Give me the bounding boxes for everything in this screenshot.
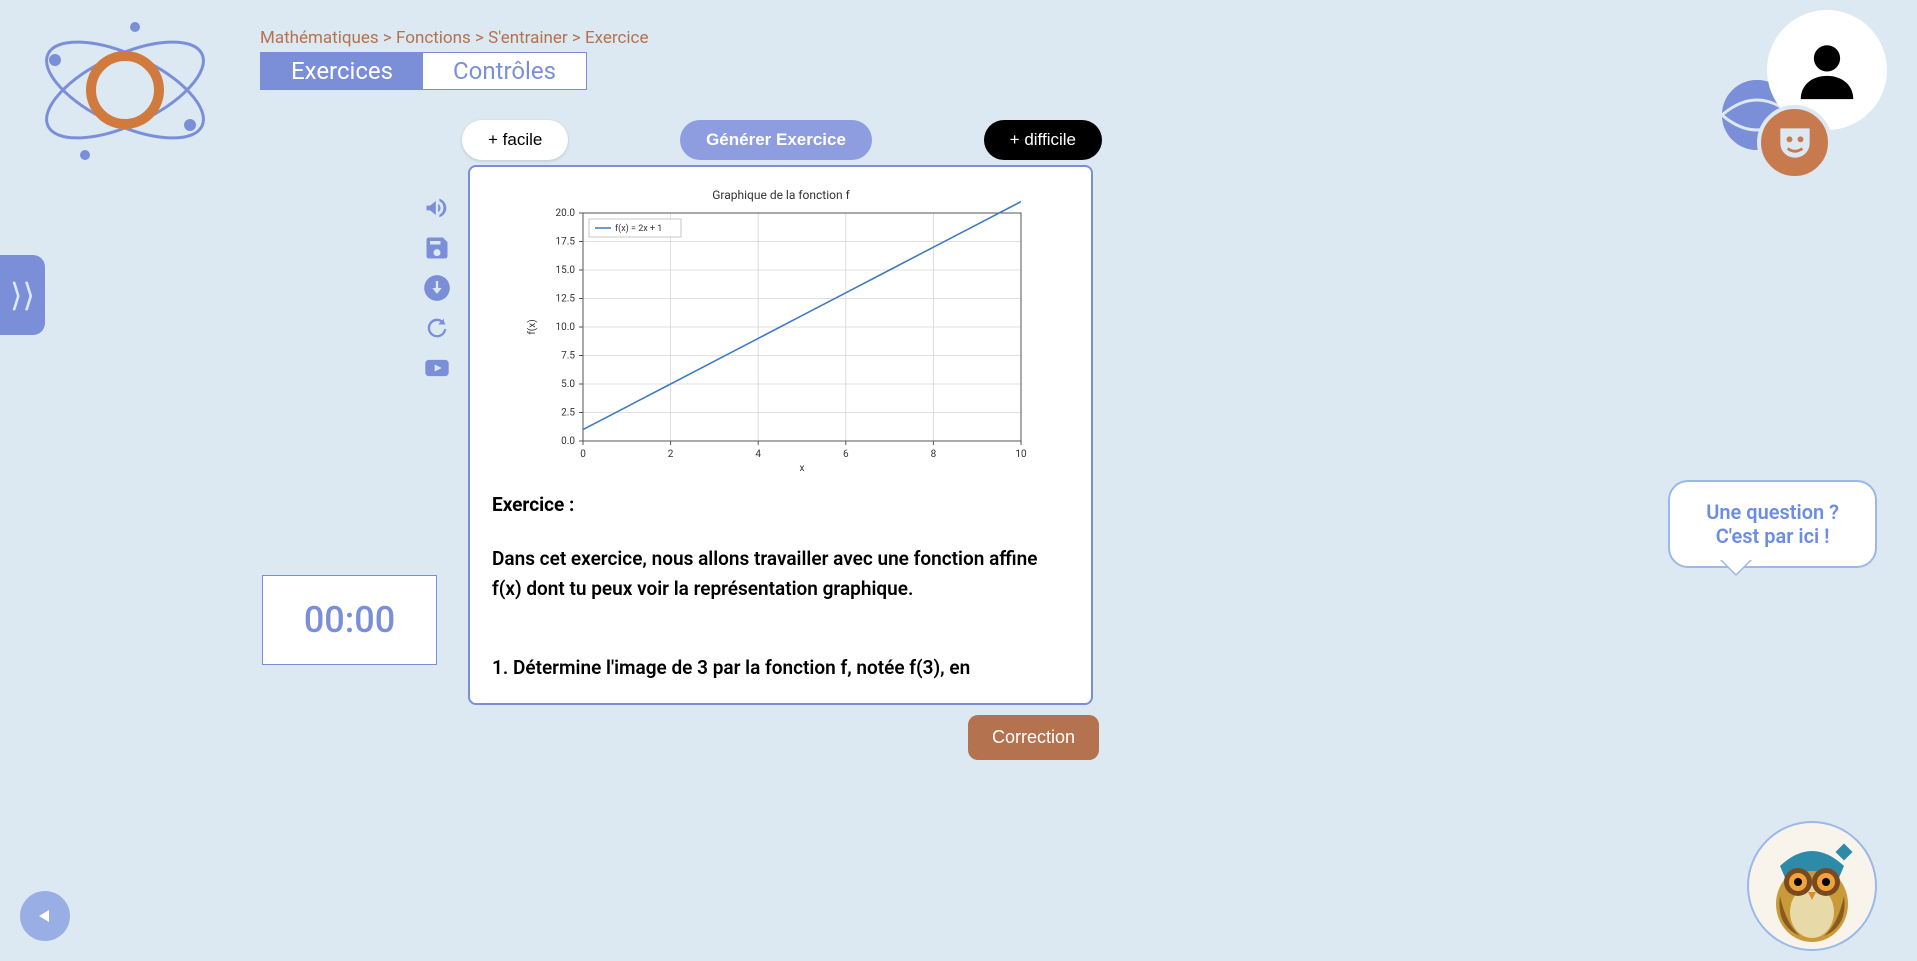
help-line-2: C'est par ici ! [1706,524,1839,548]
svg-text:8: 8 [930,449,936,460]
svg-text:0: 0 [580,449,586,460]
tool-column [421,192,453,384]
svg-text:20.0: 20.0 [555,208,575,219]
svg-text:x: x [799,463,804,474]
breadcrumb-page[interactable]: Exercice [585,28,649,48]
refresh-icon [423,314,451,342]
svg-text:10.0: 10.0 [555,322,575,333]
refresh-button[interactable] [421,312,453,344]
owl-icon [1752,826,1872,946]
timer-display: 00:00 [262,575,437,665]
theater-badge[interactable] [1757,105,1832,180]
svg-text:Graphique de la fonction f: Graphique de la fonction f [712,188,850,202]
back-button[interactable] [20,891,70,941]
play-button[interactable] [421,352,453,384]
app-logo[interactable] [25,15,225,165]
svg-text:4: 4 [755,449,761,460]
svg-text:f(x) = 2x + 1: f(x) = 2x + 1 [615,223,662,234]
exercise-intro: Dans cet exercice, nous allons travaille… [492,544,1069,605]
easier-button[interactable]: + facile [462,120,568,160]
save-button[interactable] [421,232,453,264]
svg-text:2.5: 2.5 [561,408,575,419]
exercise-panel[interactable]: Graphique de la fonction f 0 2 4 6 8 10 0.0 2.5 5… [468,165,1093,705]
svg-text:15.0: 15.0 [555,265,575,276]
generate-exercise-button[interactable]: Générer Exercice [680,120,872,160]
svg-text:0.0: 0.0 [561,436,575,447]
download-icon [423,274,451,302]
svg-text:12.5: 12.5 [555,294,575,305]
svg-text:f(x): f(x) [526,319,538,334]
chevron-right-double-icon: ⟩⟩ [10,276,35,314]
chart-container: Graphique de la fonction f 0 2 4 6 8 10 0.0 2.5 5… [492,185,1069,475]
mode-tabs: Exercices Contrôles [260,52,587,90]
assistant-owl-avatar[interactable] [1747,821,1877,951]
exercise-question-1: 1. Détermine l'image de 3 par la fonctio… [492,653,1069,683]
breadcrumb[interactable]: Mathématiques > Fonctions > S'entrainer … [260,28,648,48]
timer-value: 00:00 [304,599,395,641]
difficulty-row: + facile Générer Exercice + difficile [462,120,1102,160]
help-line-1: Une question ? [1706,500,1839,524]
tab-exercices[interactable]: Exercices [261,53,423,89]
svg-text:6: 6 [842,449,848,460]
speak-button[interactable] [421,192,453,224]
breadcrumb-course[interactable]: Mathématiques [260,28,379,48]
svg-text:10: 10 [1015,449,1027,460]
exercise-heading: Exercice : [492,493,1069,516]
play-left-icon [33,904,57,928]
play-icon [423,354,451,382]
theater-masks-icon [1773,121,1817,165]
download-button[interactable] [421,272,453,304]
help-bubble[interactable]: Une question ? C'est par ici ! [1668,480,1877,568]
harder-button[interactable]: + difficile [984,120,1102,160]
function-chart: Graphique de la fonction f 0 2 4 6 8 10 0.0 2.5 5… [521,185,1041,475]
expand-sidebar-button[interactable]: ⟩⟩ [0,255,45,335]
svg-text:7.5: 7.5 [561,351,575,362]
profile-cluster [1767,10,1887,130]
breadcrumb-topic[interactable]: Fonctions [396,28,471,48]
svg-text:2: 2 [667,449,673,460]
svg-text:5.0: 5.0 [561,379,575,390]
user-icon [1792,35,1862,105]
correction-button[interactable]: Correction [968,715,1099,760]
breadcrumb-section[interactable]: S'entrainer [488,28,568,48]
svg-text:17.5: 17.5 [555,237,575,248]
save-icon [423,234,451,262]
tab-controles[interactable]: Contrôles [423,53,586,89]
megaphone-icon [423,194,451,222]
